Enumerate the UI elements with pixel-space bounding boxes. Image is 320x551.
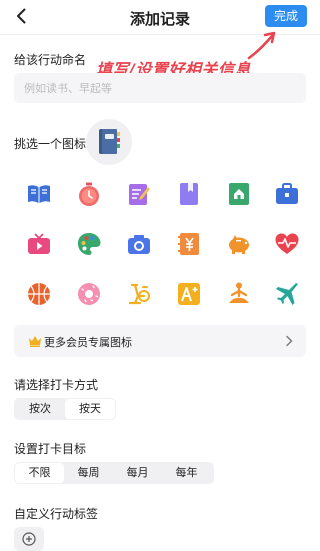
goal-option-monthly[interactable]: 每月 <box>113 463 162 483</box>
heartbeat-icon[interactable] <box>274 231 300 257</box>
vip-row-label: 更多会员专属图标 <box>44 336 132 349</box>
pencil-note-icon[interactable] <box>126 181 152 207</box>
checkin-goal-label: 设置打卡目标 <box>14 442 87 456</box>
notebook-icon <box>99 129 120 154</box>
stopwatch-icon[interactable] <box>76 181 102 207</box>
grade-a-plus-icon[interactable] <box>176 281 202 307</box>
basketball-icon[interactable] <box>26 281 52 307</box>
mode-option-by-count[interactable]: 按次 <box>15 399 65 419</box>
airplane-icon[interactable] <box>274 281 300 307</box>
vip-icons-row[interactable]: 更多会员专属图标 <box>14 325 306 357</box>
annotation-arrow-icon <box>247 31 276 60</box>
chevron-right-icon <box>286 335 293 347</box>
tags-label: 自定义行动标签 <box>14 507 99 521</box>
checkin-mode-label: 请选择打卡方式 <box>14 378 99 392</box>
home-book-icon[interactable] <box>226 181 252 207</box>
goal-option-weekly[interactable]: 每周 <box>64 463 113 483</box>
crown-icon <box>29 336 41 347</box>
meditation-icon[interactable] <box>226 281 252 307</box>
tv-icon[interactable] <box>26 231 52 257</box>
action-name-input[interactable] <box>14 73 306 103</box>
mode-option-by-day[interactable]: 按天 <box>65 399 115 419</box>
checkin-goal-switch: 不限 每周 每月 每年 <box>14 462 214 484</box>
yen-ledger-icon[interactable] <box>176 231 202 257</box>
exercise-bike-icon[interactable] <box>126 281 152 307</box>
name-label: 给该行动命名 <box>14 53 87 67</box>
palette-icon[interactable] <box>76 231 102 257</box>
camera-icon[interactable] <box>126 231 152 257</box>
donut-icon[interactable] <box>76 281 102 307</box>
done-button[interactable]: 完成 <box>265 5 307 27</box>
plus-circle-icon <box>22 532 36 546</box>
bookmark-icon[interactable] <box>176 181 202 207</box>
piggy-bank-icon[interactable] <box>226 231 252 257</box>
book-icon[interactable] <box>26 181 52 207</box>
icon-label: 挑选一个图标 <box>14 137 87 151</box>
goal-option-yearly[interactable]: 每年 <box>162 463 211 483</box>
add-tag-button[interactable] <box>14 527 44 551</box>
selected-icon-preview <box>86 119 132 165</box>
goal-option-unlimited[interactable]: 不限 <box>15 463 64 483</box>
briefcase-icon[interactable] <box>274 181 300 207</box>
checkin-mode-switch: 按次 按天 <box>14 398 116 420</box>
